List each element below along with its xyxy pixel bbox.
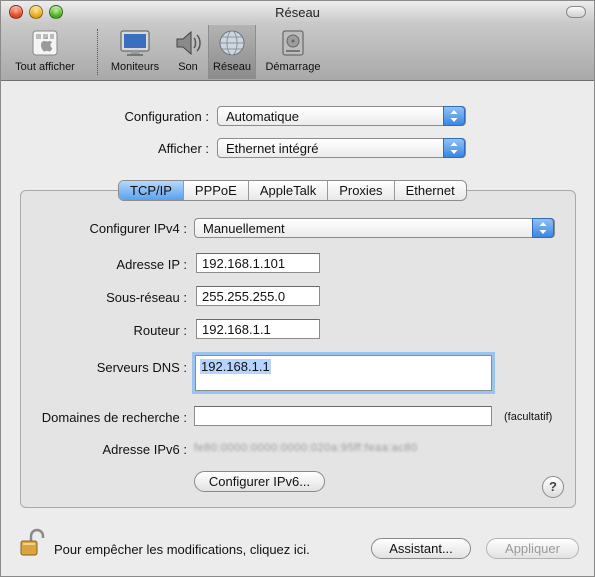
dns-server-entry: 192.168.1.1 [200, 359, 271, 374]
hard-drive-icon [277, 27, 309, 59]
tab-ethernet[interactable]: Ethernet [395, 181, 466, 200]
toolbar-item-label: Moniteurs [110, 61, 160, 73]
configuration-value: Automatique [226, 109, 299, 124]
toolbar-toggle-button[interactable] [566, 6, 586, 18]
preferences-window: Réseau Tout afficher Moniteurs Son Résea… [0, 0, 595, 577]
afficher-label: Afficher : [157, 141, 209, 156]
lock-message: Pour empêcher les modifications, cliquez… [54, 542, 310, 557]
monitor-icon [119, 27, 151, 59]
toolbar: Tout afficher Moniteurs Son Réseau Démar… [1, 23, 594, 81]
toolbar-item-label: Démarrage [265, 61, 321, 73]
popup-arrows-icon [443, 106, 465, 126]
tab-bar: TCP/IP PPPoE AppleTalk Proxies Ethernet [118, 180, 467, 201]
subnet-mask-label: Sous-réseau : [106, 290, 187, 305]
apply-button[interactable]: Appliquer [486, 538, 579, 559]
title-bar[interactable]: Réseau [1, 1, 594, 23]
configure-ipv4-label: Configurer IPv4 : [89, 221, 187, 236]
assistant-button[interactable]: Assistant... [371, 538, 471, 559]
search-domains-field[interactable] [194, 406, 492, 426]
toolbar-item-show-all[interactable]: Tout afficher [7, 25, 83, 79]
help-button[interactable]: ? [542, 476, 564, 498]
configuration-popup[interactable]: Automatique [217, 106, 466, 126]
toolbar-item-label: Son [178, 61, 198, 73]
tab-pppoe[interactable]: PPPoE [184, 181, 249, 200]
configure-ipv4-popup[interactable]: Manuellement [194, 218, 555, 238]
search-domains-label: Domaines de recherche : [41, 410, 187, 425]
toolbar-item-startup[interactable]: Démarrage [260, 25, 326, 79]
toolbar-item-sound[interactable]: Son [169, 25, 207, 79]
speaker-icon [172, 27, 204, 59]
ip-address-field[interactable]: 192.168.1.101 [196, 253, 320, 273]
dns-servers-field[interactable]: 192.168.1.1 [195, 355, 492, 391]
subnet-mask-field[interactable]: 255.255.255.0 [196, 286, 320, 306]
dns-servers-label: Serveurs DNS : [96, 360, 187, 375]
lock-icon[interactable] [19, 528, 45, 558]
tab-appletalk[interactable]: AppleTalk [249, 181, 329, 200]
popup-arrows-icon [443, 138, 465, 158]
popup-arrows-icon [532, 218, 554, 238]
router-label: Routeur : [133, 323, 187, 338]
window-title: Réseau [275, 5, 320, 20]
toolbar-item-monitors[interactable]: Moniteurs [105, 25, 165, 79]
optional-hint: (facultatif) [504, 411, 553, 423]
ip-address-label: Adresse IP : [116, 257, 187, 272]
toolbar-item-label: Tout afficher [15, 61, 75, 73]
router-field[interactable]: 192.168.1.1 [196, 319, 320, 339]
configure-ipv4-value: Manuellement [203, 221, 285, 236]
toolbar-item-network[interactable]: Réseau [208, 25, 256, 79]
network-globe-icon [216, 27, 248, 59]
toolbar-separator [97, 29, 98, 75]
configure-ipv6-button[interactable]: Configurer IPv6... [194, 471, 325, 492]
ipv6-address-value: fe80:0000:0000:0000:020a:95ff:feaa:ac80 [194, 442, 418, 454]
tab-tcpip[interactable]: TCP/IP [119, 181, 184, 200]
toolbar-item-label: Réseau [213, 61, 251, 73]
apple-grid-icon [29, 27, 61, 59]
tab-proxies[interactable]: Proxies [328, 181, 395, 200]
configuration-label: Configuration : [124, 109, 209, 124]
afficher-popup[interactable]: Ethernet intégré [217, 138, 466, 158]
ipv6-address-label: Adresse IPv6 : [102, 442, 187, 457]
afficher-value: Ethernet intégré [226, 141, 319, 156]
